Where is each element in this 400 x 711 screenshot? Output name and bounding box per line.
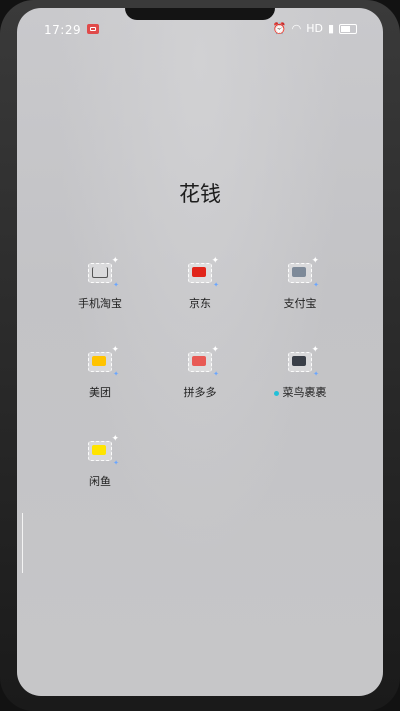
status-bar: 17:29 ⏰ ◠ HD ▮ <box>17 20 383 42</box>
cainiao-icon: ✦ ✦ <box>288 345 319 378</box>
pinduoduo-icon: ✦ ✦ <box>188 345 219 378</box>
phone-frame: 17:29 ⏰ ◠ HD ▮ 花钱 ✦ ✦ 手机淘宝 ✦ ✦ 京东 ✦ ✦ 支付… <box>0 0 400 711</box>
scroll-indicator <box>22 513 23 573</box>
shopping-cart-icon: ✦ ✦ <box>88 256 119 289</box>
status-time: 17:29 <box>44 23 82 37</box>
app-pinduoduo[interactable]: ✦ ✦ 拼多多 <box>150 342 250 400</box>
app-label: 菜鸟裹裹 <box>250 384 350 400</box>
camera-notch <box>125 8 275 20</box>
screen: 17:29 ⏰ ◠ HD ▮ 花钱 ✦ ✦ 手机淘宝 ✦ ✦ 京东 ✦ ✦ 支付… <box>17 8 383 696</box>
wifi-icon: ◠ <box>291 22 302 35</box>
app-taobao[interactable]: ✦ ✦ 手机淘宝 <box>50 253 150 311</box>
status-icons: ⏰ ◠ HD ▮ <box>273 22 357 36</box>
new-dot-icon <box>273 390 279 396</box>
app-label: 支付宝 <box>283 297 317 310</box>
app-label: 手机淘宝 <box>78 297 122 310</box>
battery-icon <box>339 24 357 34</box>
app-xianyu[interactable]: ✦ ✦ 闲鱼 <box>50 431 150 489</box>
app-cainiao[interactable]: ✦ ✦ 菜鸟裹裹 <box>250 342 350 400</box>
app-label-text: 菜鸟裹裹 <box>282 386 327 399</box>
xianyu-icon: ✦ ✦ <box>88 434 119 467</box>
jd-icon: ✦ ✦ <box>188 256 219 289</box>
folder-title[interactable]: 花钱 <box>17 178 383 208</box>
app-label: 美团 <box>89 386 111 399</box>
app-label: 闲鱼 <box>89 475 111 488</box>
alipay-icon: ✦ ✦ <box>288 256 319 289</box>
alarm-icon: ⏰ <box>272 22 287 35</box>
meituan-icon: ✦ ✦ <box>88 345 119 378</box>
app-alipay[interactable]: ✦ ✦ 支付宝 <box>250 253 350 311</box>
app-jd[interactable]: ✦ ✦ 京东 <box>150 253 250 311</box>
app-label: 京东 <box>189 297 211 310</box>
recording-icon <box>87 24 99 34</box>
network-label: HD <box>306 22 323 35</box>
app-meituan[interactable]: ✦ ✦ 美团 <box>50 342 150 400</box>
app-label: 拼多多 <box>183 386 217 399</box>
signal-icon: ▮ <box>327 22 334 35</box>
